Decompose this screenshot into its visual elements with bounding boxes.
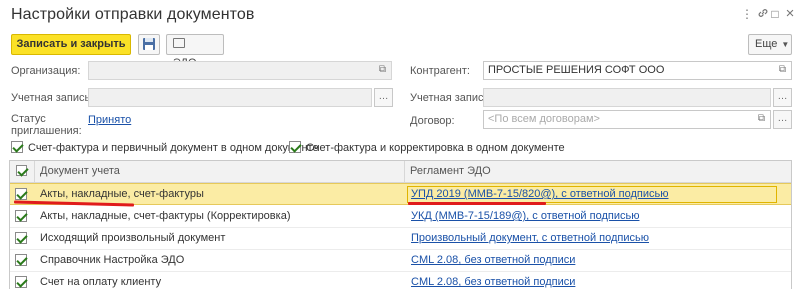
document-name: Счет на оплату клиенту	[40, 276, 162, 288]
account-label: Учетная запись:	[11, 92, 94, 104]
regulation-link[interactable]: УКД (ММВ-7-15/189@), с ответной подписью	[411, 210, 639, 222]
open-link-icon[interactable]: ⧉	[774, 62, 791, 79]
edo-icon	[173, 38, 185, 49]
save-button[interactable]	[138, 34, 160, 55]
more-options-icon[interactable]: ⋮	[740, 7, 754, 21]
checkbox-checked-icon[interactable]	[15, 232, 27, 244]
status-label-line2: приглашения:	[11, 125, 82, 137]
more-button[interactable]: Еще ▼	[748, 34, 792, 55]
table-header: Документ учета Регламент ЭДО	[10, 161, 791, 183]
column-divider	[404, 161, 405, 183]
open-link-icon[interactable]: ⧉	[753, 111, 770, 128]
option-combined-invoice[interactable]: Счет-фактура и первичный документ в одно…	[11, 141, 319, 154]
floppy-disk-icon	[143, 38, 155, 50]
option-label: Счет-фактура и корректировка в одном док…	[306, 142, 565, 154]
table-row[interactable]: Акты, накладные, счет-фактуры (Корректир…	[10, 206, 791, 228]
contract-placeholder: <По всем договорам>	[488, 113, 600, 125]
document-name: Исходящий произвольный документ	[40, 232, 226, 244]
table-row[interactable]: Исходящий произвольный документ Произвол…	[10, 228, 791, 250]
account2-field[interactable]	[483, 88, 771, 107]
title-bar: Настройки отправки документов ⋮ □ ×	[0, 0, 800, 30]
invitation-status-link[interactable]: Принято	[88, 114, 131, 126]
annotation-underline	[408, 202, 546, 205]
select-all-checkbox-icon[interactable]	[16, 165, 27, 176]
checkbox-checked-icon[interactable]	[15, 210, 27, 222]
checkbox-checked-icon[interactable]	[15, 276, 27, 288]
regulation-link[interactable]: Произвольный документ, с ответной подпис…	[411, 232, 649, 244]
checkbox-checked-icon[interactable]	[15, 254, 27, 266]
option-label: Счет-фактура и первичный документ в одно…	[28, 142, 319, 154]
document-name: Справочник Настройка ЭДО	[40, 254, 185, 266]
org-label: Организация:	[11, 65, 81, 77]
checkbox-checked-icon[interactable]	[15, 188, 27, 200]
table-row[interactable]: Счет на оплату клиенту CML 2.08, без отв…	[10, 272, 791, 289]
select-button[interactable]: …	[773, 88, 792, 107]
documents-table: Документ учета Регламент ЭДО Акты, накла…	[9, 160, 792, 289]
counterparty-label: Контрагент:	[410, 65, 470, 77]
checkbox-checked-icon[interactable]	[289, 141, 301, 154]
window-title: Настройки отправки документов	[11, 6, 255, 23]
column-divider	[34, 161, 35, 183]
document-name: Акты, накладные, счет-фактуры (Корректир…	[40, 210, 291, 222]
table-row[interactable]: Акты, накладные, счет-фактуры УПД 2019 (…	[10, 183, 791, 205]
open-link-icon[interactable]: ⧉	[374, 62, 391, 79]
more-label: Еще	[755, 38, 778, 50]
contract-label: Договор:	[410, 115, 455, 127]
regulation-link[interactable]: CML 2.08, без ответной подписи	[411, 276, 575, 288]
org-field[interactable]: ⧉	[88, 61, 392, 80]
counterparty-field[interactable]: ПРОСТЫЕ РЕШЕНИЯ СОФТ ООО ⧉	[483, 61, 792, 80]
table-row[interactable]: Справочник Настройка ЭДО CML 2.08, без о…	[10, 250, 791, 272]
select-button[interactable]: …	[773, 110, 792, 129]
toolbar: Записать и закрыть ЭДО▼ Еще▼	[0, 32, 800, 69]
regulation-link[interactable]: CML 2.08, без ответной подписи	[411, 254, 575, 266]
close-icon[interactable]: ×	[783, 6, 797, 21]
column-header-document[interactable]: Документ учета	[40, 165, 120, 177]
select-button[interactable]: …	[374, 88, 393, 107]
contract-field[interactable]: <По всем договорам> ⧉	[483, 110, 771, 129]
option-combined-correction[interactable]: Счет-фактура и корректировка в одном док…	[289, 141, 565, 154]
document-name: Акты, накладные, счет-фактуры	[40, 188, 204, 200]
maximize-icon[interactable]: □	[768, 7, 782, 21]
save-and-close-button[interactable]: Записать и закрыть	[11, 34, 131, 55]
counterparty-value: ПРОСТЫЕ РЕШЕНИЯ СОФТ ООО	[488, 64, 665, 76]
chevron-down-icon: ▼	[781, 40, 790, 49]
edo-menu-button[interactable]: ЭДО▼	[166, 34, 224, 69]
status-label-line1: Статус	[11, 113, 46, 125]
regulation-link[interactable]: УПД 2019 (ММВ-7-15/820@), с ответной под…	[411, 188, 669, 200]
column-header-regulation[interactable]: Регламент ЭДО	[410, 165, 491, 177]
account2-label: Учетная запись:	[410, 92, 493, 104]
checkbox-checked-icon[interactable]	[11, 141, 23, 154]
account-field[interactable]	[88, 88, 372, 107]
